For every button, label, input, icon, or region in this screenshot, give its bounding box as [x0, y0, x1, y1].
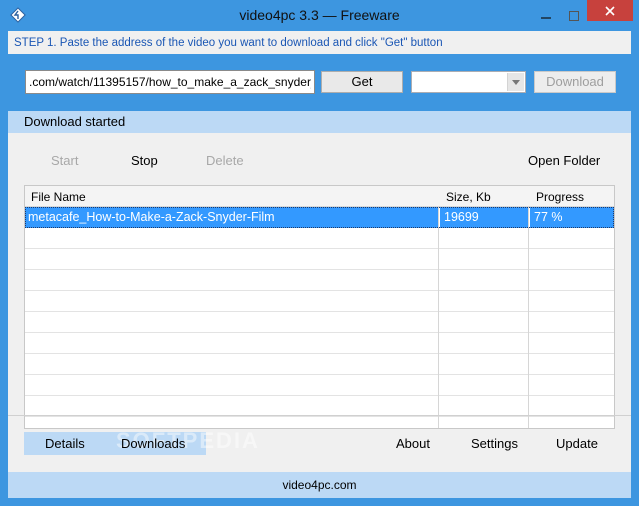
stop-button[interactable]: Stop — [131, 153, 158, 168]
cell-progress: 77 % — [534, 210, 563, 224]
table-row[interactable] — [25, 312, 614, 333]
address-panel: Get Download — [8, 54, 631, 111]
table-row[interactable] — [25, 354, 614, 375]
status-text: Download started — [8, 111, 631, 133]
column-divider — [528, 207, 529, 428]
cell-size: 19699 — [444, 210, 479, 224]
cell-file-name: metacafe_How-to-Make-a-Zack-Snyder-Film — [28, 210, 275, 224]
cell-separator — [529, 208, 530, 227]
table-row[interactable] — [25, 375, 614, 396]
close-icon[interactable] — [587, 0, 633, 21]
download-button[interactable]: Download — [534, 71, 616, 93]
column-divider — [438, 207, 439, 428]
column-header-progress[interactable]: Progress — [536, 190, 584, 204]
column-header-file-name[interactable]: File Name — [31, 190, 86, 204]
table-row[interactable] — [25, 270, 614, 291]
main-window: STEP 1. Paste the address of the video y… — [8, 31, 631, 498]
table-header: File Name Size, Kb Progress — [25, 186, 614, 207]
open-folder-button[interactable]: Open Folder — [528, 153, 600, 168]
minimize-icon[interactable] — [531, 0, 561, 31]
step-instructions: STEP 1. Paste the address of the video y… — [14, 37, 443, 49]
table-row[interactable] — [25, 228, 614, 249]
update-button[interactable]: Update — [556, 436, 598, 451]
cell-separator — [439, 208, 440, 227]
chevron-down-icon[interactable] — [507, 73, 524, 91]
downloads-table[interactable]: File Name Size, Kb Progress metacafe_How… — [24, 185, 615, 429]
tab-details[interactable]: Details — [45, 436, 85, 451]
get-button[interactable]: Get — [321, 71, 403, 93]
delete-button[interactable]: Delete — [206, 153, 244, 168]
start-button[interactable]: Start — [51, 153, 78, 168]
quality-select[interactable] — [411, 71, 526, 93]
maximize-icon[interactable] — [561, 0, 587, 31]
table-row[interactable] — [25, 396, 614, 417]
table-row[interactable]: metacafe_How-to-Make-a-Zack-Snyder-Film … — [25, 207, 614, 228]
about-button[interactable]: About — [396, 436, 430, 451]
action-toolbar: Start Stop Delete Open Folder — [8, 133, 631, 185]
table-row[interactable] — [25, 333, 614, 354]
table-row[interactable] — [25, 291, 614, 312]
footer-link[interactable]: video4pc.com — [8, 472, 631, 498]
url-input[interactable] — [25, 70, 315, 94]
title-bar: video4pc 3.3 — Freeware — [0, 0, 639, 31]
table-row[interactable] — [25, 249, 614, 270]
tab-downloads[interactable]: Downloads — [121, 436, 185, 451]
bottom-nav: SOFTPEDIA Details Downloads About Settin… — [8, 416, 631, 472]
column-header-size[interactable]: Size, Kb — [446, 190, 491, 204]
settings-button[interactable]: Settings — [471, 436, 518, 451]
